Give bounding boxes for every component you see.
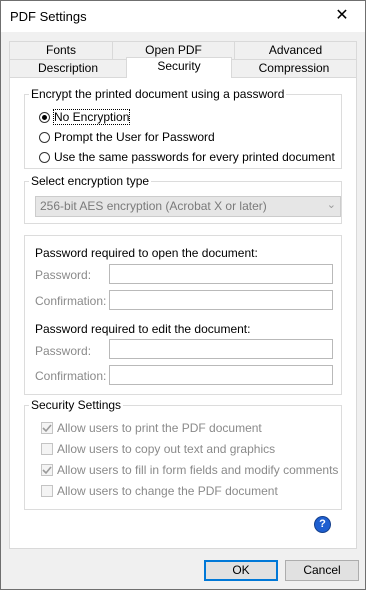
radio-label: Prompt the User for Password bbox=[54, 130, 215, 144]
checkbox-allow-print[interactable]: Allow users to print the PDF document bbox=[41, 420, 262, 436]
radio-label: No Encryption bbox=[52, 109, 131, 125]
checkbox-label: Allow users to fill in form fields and m… bbox=[57, 463, 339, 477]
encryption-type-legend: Select encryption type bbox=[29, 174, 152, 188]
radio-prompt-user[interactable]: Prompt the User for Password bbox=[39, 129, 215, 145]
security-settings-legend: Security Settings bbox=[29, 398, 124, 412]
checkbox-label: Allow users to copy out text and graphic… bbox=[57, 442, 276, 456]
radio-no-encryption[interactable]: No Encryption bbox=[39, 109, 131, 125]
checkbox-label: Allow users to change the PDF document bbox=[57, 484, 278, 498]
tab-advanced[interactable]: Advanced bbox=[234, 41, 357, 60]
checkbox-allow-fill-forms[interactable]: Allow users to fill in form fields and m… bbox=[41, 462, 338, 478]
edit-confirmation-label: Confirmation: bbox=[35, 369, 107, 383]
checkbox-label: Allow users to print the PDF document bbox=[57, 421, 262, 435]
close-icon[interactable]: ✕ bbox=[319, 1, 365, 32]
checkbox[interactable] bbox=[41, 485, 53, 497]
cancel-button[interactable]: Cancel bbox=[285, 560, 359, 581]
open-confirmation-label: Confirmation: bbox=[35, 294, 107, 308]
edit-password-input[interactable] bbox=[109, 339, 333, 359]
edit-password-label: Password: bbox=[35, 344, 92, 358]
radio-button[interactable] bbox=[39, 151, 50, 163]
radio-same-passwords[interactable]: Use the same passwords for every printed… bbox=[39, 149, 335, 165]
open-password-input[interactable] bbox=[109, 264, 333, 284]
help-icon[interactable]: ? bbox=[315, 517, 330, 532]
title-bar: PDF Settings ✕ bbox=[1, 1, 365, 32]
checkbox-allow-change[interactable]: Allow users to change the PDF document bbox=[41, 483, 278, 499]
checkmark-icon bbox=[42, 424, 52, 433]
ok-button[interactable]: OK bbox=[204, 560, 278, 581]
edit-password-heading: Password required to edit the document: bbox=[35, 322, 251, 336]
checkmark-icon bbox=[42, 466, 52, 475]
checkbox[interactable] bbox=[41, 464, 53, 476]
checkbox[interactable] bbox=[41, 443, 53, 455]
encryption-type-group: Select encryption type 256-bit AES encry… bbox=[24, 174, 342, 224]
open-password-label: Password: bbox=[35, 268, 92, 282]
open-confirmation-input[interactable] bbox=[109, 290, 333, 310]
edit-confirmation-input[interactable] bbox=[109, 365, 333, 385]
radio-button[interactable] bbox=[39, 111, 50, 123]
checkbox-allow-copy[interactable]: Allow users to copy out text and graphic… bbox=[41, 441, 275, 457]
open-password-heading: Password required to open the document: bbox=[35, 246, 258, 260]
tab-security[interactable]: Security bbox=[126, 57, 232, 78]
tab-fonts[interactable]: Fonts bbox=[9, 41, 113, 60]
radio-label: Use the same passwords for every printed… bbox=[54, 150, 335, 164]
radio-button[interactable] bbox=[39, 131, 50, 143]
chevron-down-icon: ⌄ bbox=[326, 199, 336, 211]
security-panel: Encrypt the printed document using a pas… bbox=[9, 77, 357, 549]
tab-description[interactable]: Description bbox=[9, 59, 127, 78]
pdf-settings-dialog: PDF Settings ✕ Fonts Open PDF Advanced D… bbox=[0, 0, 366, 590]
tab-compression[interactable]: Compression bbox=[231, 59, 357, 78]
dialog-footer: OK Cancel bbox=[1, 552, 365, 589]
encryption-type-select[interactable]: 256-bit AES encryption (Acrobat X or lat… bbox=[35, 196, 341, 217]
encrypt-group: Encrypt the printed document using a pas… bbox=[24, 87, 342, 169]
encrypt-group-legend: Encrypt the printed document using a pas… bbox=[29, 87, 287, 101]
checkbox[interactable] bbox=[41, 422, 53, 434]
security-settings-group: Security Settings Allow users to print t… bbox=[24, 398, 342, 510]
encryption-type-value: 256-bit AES encryption (Acrobat X or lat… bbox=[40, 199, 267, 213]
window-title: PDF Settings bbox=[10, 9, 87, 24]
passwords-group: Password required to open the document: … bbox=[24, 235, 342, 395]
